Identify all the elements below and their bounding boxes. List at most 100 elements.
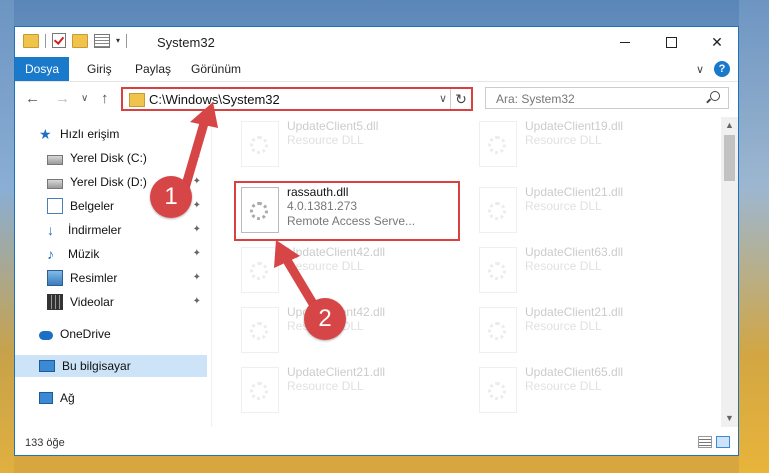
- sidebar-item-quick-access[interactable]: ★ Hızlı erişim: [15, 123, 207, 145]
- dll-file-icon: [479, 187, 517, 233]
- dll-file-icon: [479, 121, 517, 167]
- pin-icon[interactable]: ✦: [193, 272, 201, 283]
- help-icon[interactable]: ?: [714, 61, 730, 77]
- file-tile[interactable]: UpdateClient63.dll Resource DLL: [473, 243, 693, 297]
- dll-file-icon: [241, 121, 279, 167]
- step-marker-1: 1: [150, 176, 192, 218]
- sidebar-item-pictures[interactable]: Resimler ✦: [15, 267, 207, 289]
- file-tile[interactable]: UpdateClient21.dll Resource DLL: [473, 303, 693, 357]
- sidebar-item-label: Yerel Disk (C:): [70, 151, 147, 165]
- network-icon: [39, 392, 53, 404]
- pin-icon[interactable]: ✦: [193, 248, 201, 259]
- sidebar-item-downloads[interactable]: ↓ İndirmeler ✦: [15, 219, 207, 241]
- scroll-thumb[interactable]: [724, 135, 735, 181]
- search-box[interactable]: [485, 87, 729, 109]
- tab-dosya[interactable]: Dosya: [15, 57, 70, 81]
- sidebar-item-label: OneDrive: [60, 327, 111, 341]
- sidebar-item-videos[interactable]: Videolar ✦: [15, 291, 207, 313]
- search-input[interactable]: [494, 91, 698, 107]
- desktop-background: [0, 0, 14, 473]
- ribbon-tabs: Dosya Giriş Paylaş Görünüm ∨ ?: [15, 57, 738, 82]
- pictures-icon: [47, 270, 63, 286]
- dll-file-icon: [479, 307, 517, 353]
- file-name: UpdateClient5.dll: [287, 119, 379, 133]
- pin-icon[interactable]: ✦: [193, 296, 201, 307]
- computer-icon: [39, 360, 55, 372]
- recent-locations-icon[interactable]: ∨: [81, 93, 88, 104]
- address-path[interactable]: C:\Windows\System32: [149, 92, 280, 107]
- file-name: UpdateClient65.dll: [525, 365, 624, 379]
- file-tile[interactable]: UpdateClient5.dll Resource DLL: [235, 117, 455, 171]
- gear-icon: [250, 136, 268, 154]
- pin-icon[interactable]: ✦: [193, 200, 201, 211]
- sidebar-item-label: Yerel Disk (D:): [70, 175, 147, 189]
- expand-ribbon-icon[interactable]: ∨: [696, 63, 704, 76]
- dll-file-icon: [241, 247, 279, 293]
- gear-icon: [488, 262, 506, 280]
- sidebar-item-music[interactable]: ♪ Müzik ✦: [15, 243, 207, 265]
- step-marker-2: 2: [304, 298, 346, 340]
- pane-divider[interactable]: [211, 117, 212, 427]
- file-tile[interactable]: UpdateClient42.dllResource DLL: [235, 303, 455, 357]
- file-description: Resource DLL: [525, 199, 602, 213]
- gear-icon: [250, 322, 268, 340]
- vertical-scrollbar[interactable]: ▲ ▼: [721, 117, 738, 427]
- sidebar-item-onedrive[interactable]: OneDrive: [15, 323, 207, 345]
- dll-file-icon: [241, 307, 279, 353]
- sidebar-item-this-pc[interactable]: Bu bilgisayar: [15, 355, 207, 377]
- close-button[interactable]: ✕: [694, 27, 738, 57]
- large-icons-view-icon[interactable]: [716, 436, 730, 448]
- file-description: Resource DLL: [525, 259, 602, 273]
- toolbar-separator: [45, 33, 46, 48]
- file-tile[interactable]: UpdateClient21.dll Resource DLL: [473, 183, 693, 237]
- file-name: UpdateClient63.dll: [525, 245, 624, 259]
- file-explorer-window: ▾ System32 ✕ Dosya Giriş Paylaş Görünüm …: [14, 26, 739, 456]
- search-icon[interactable]: [710, 91, 720, 101]
- file-name: UpdateClient19.dll: [525, 119, 624, 133]
- folder-icon: [129, 93, 145, 107]
- minimize-button[interactable]: [602, 27, 648, 57]
- maximize-button[interactable]: [648, 27, 694, 57]
- gear-icon: [250, 382, 268, 400]
- file-name: UpdateClient42.dll: [287, 245, 386, 259]
- sidebar-item-network[interactable]: Ağ: [15, 387, 207, 409]
- pin-icon[interactable]: ✦: [193, 152, 201, 163]
- file-tile[interactable]: UpdateClient42.dllResource DLL: [235, 243, 455, 297]
- sidebar-item-label: Müzik: [68, 247, 100, 261]
- tab-paylas[interactable]: Paylaş: [125, 57, 181, 81]
- back-arrow-icon[interactable]: ←: [25, 90, 40, 107]
- file-tile[interactable]: UpdateClient19.dll Resource DLL: [473, 117, 693, 171]
- address-history-icon[interactable]: ∨: [439, 92, 447, 105]
- up-arrow-icon[interactable]: ↑: [101, 90, 109, 107]
- minimize-icon: [620, 41, 630, 43]
- gear-icon: [488, 136, 506, 154]
- title-bar: ▾ System32 ✕: [15, 27, 738, 57]
- file-list: UpdateClient5.dll Resource DLL rassauth.d…: [215, 117, 723, 427]
- properties-check-icon[interactable]: [52, 33, 66, 48]
- scroll-up-icon[interactable]: ▲: [721, 117, 738, 134]
- sidebar-item-label: Belgeler: [70, 199, 115, 213]
- toolbar-dropdown-icon[interactable]: ▾: [116, 36, 120, 45]
- file-tile[interactable]: UpdateClient21.dll Resource DLL: [235, 363, 455, 417]
- pin-icon[interactable]: ✦: [193, 224, 201, 235]
- navigation-bar: ← → ∨ ↑ C:\Windows\System32 ∨ ↻: [15, 83, 738, 115]
- customize-toolbar-icon[interactable]: [94, 33, 110, 48]
- details-view-icon[interactable]: [698, 436, 712, 448]
- status-bar: 133 öğe: [15, 431, 738, 455]
- scroll-down-icon[interactable]: ▼: [721, 410, 738, 427]
- videos-icon: [47, 294, 63, 310]
- maximize-icon: [665, 36, 677, 48]
- dll-file-icon: [479, 247, 517, 293]
- tab-giris[interactable]: Giriş: [77, 57, 122, 81]
- refresh-icon[interactable]: ↻: [450, 89, 471, 109]
- new-folder-icon[interactable]: [72, 33, 88, 48]
- sidebar-item-label: Ağ: [60, 391, 75, 405]
- file-name: UpdateClient21.dll: [525, 305, 624, 319]
- pin-icon[interactable]: ✦: [193, 176, 201, 187]
- tab-gorunum[interactable]: Görünüm: [181, 57, 251, 81]
- music-icon: ♪: [47, 246, 54, 262]
- forward-arrow-icon[interactable]: →: [55, 90, 70, 107]
- sidebar-item-local-disk-c[interactable]: Yerel Disk (C:) ✦: [15, 147, 207, 169]
- address-bar[interactable]: C:\Windows\System32 ∨ ↻: [121, 87, 473, 111]
- file-tile[interactable]: UpdateClient65.dll Resource DLL: [473, 363, 693, 417]
